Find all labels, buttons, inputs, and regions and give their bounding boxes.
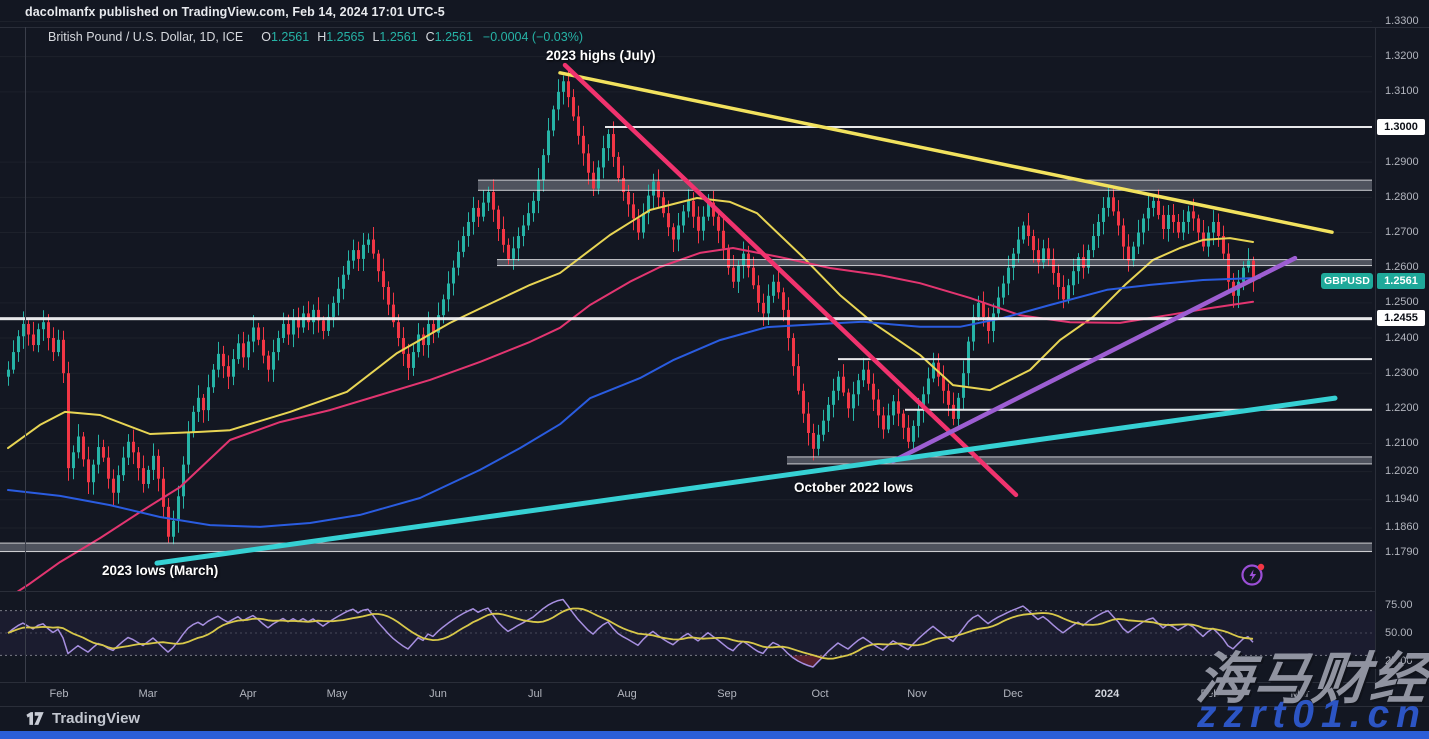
close-value: 1.2561 <box>435 30 473 44</box>
price-tick-label: 1.2700 <box>1385 226 1419 239</box>
price-level-badge-13000: 1.3000 <box>1377 119 1425 135</box>
time-tick-label: Feb <box>50 688 69 700</box>
time-tick-label: Nov <box>907 688 927 700</box>
price-tick-label: 1.2500 <box>1385 296 1419 309</box>
grid-layer <box>0 21 1372 552</box>
price-tick-label: 1.1860 <box>1385 521 1419 534</box>
tradingview-published-chart: dacolmanfx published on TradingView.com,… <box>0 0 1429 739</box>
price-tick-label: 1.1790 <box>1385 546 1419 559</box>
open-label: O <box>261 30 271 44</box>
support-resistance-band-fills <box>0 180 1372 551</box>
watermark-site: zzrt01.cn <box>1197 693 1427 737</box>
time-tick-label: Oct <box>811 688 828 700</box>
price-tick-label: 1.2800 <box>1385 191 1419 204</box>
chart-canvas[interactable] <box>0 0 1429 739</box>
time-tick-label: Jun <box>429 688 447 700</box>
notification-dot <box>1258 564 1264 570</box>
price-tick-label: 1.2300 <box>1385 367 1419 380</box>
price-tick-label: 1.2200 <box>1385 402 1419 415</box>
high-value: 1.2565 <box>326 30 364 44</box>
price-tick-label: 1.3300 <box>1385 15 1419 28</box>
price-axis-divider[interactable] <box>1375 27 1376 682</box>
open-value: 1.2561 <box>271 30 309 44</box>
flash-idea-icon[interactable] <box>1240 561 1266 587</box>
time-tick-label: Jul <box>528 688 542 700</box>
price-tick-label: 1.2100 <box>1385 437 1419 450</box>
tradingview-footer[interactable]: TradingView <box>25 710 140 727</box>
change-value: −0.0004 (−0.03%) <box>483 30 583 44</box>
time-tick-label: Mar <box>139 688 158 700</box>
annotation-2023-lows: 2023 lows (March) <box>102 563 218 578</box>
close-label: C <box>426 30 435 44</box>
time-tick-label: Apr <box>239 688 256 700</box>
price-level-badge-12455: 1.2455 <box>1377 310 1425 326</box>
time-tick-label: 2024 <box>1095 688 1119 700</box>
price-tick-label: 1.2020 <box>1385 465 1419 478</box>
price-tick-label: 1.3100 <box>1385 85 1419 98</box>
symbol-title[interactable]: British Pound / U.S. Dollar, 1D, ICE <box>48 30 243 44</box>
symbol-chip: GBPUSD <box>1321 273 1373 289</box>
price-tick-label: 1.1940 <box>1385 493 1419 506</box>
price-tick-label: 1.2900 <box>1385 156 1419 169</box>
time-tick-label: May <box>327 688 348 700</box>
time-tick-label: Sep <box>717 688 737 700</box>
pane-divider[interactable] <box>0 591 1375 592</box>
lightning-bolt-glyph <box>1250 570 1257 582</box>
annotation-2023-highs: 2023 highs (July) <box>546 48 656 63</box>
header-divider <box>0 27 1429 28</box>
annotation-october-2022-lows: October 2022 lows <box>794 480 913 495</box>
tradingview-brand-text: TradingView <box>52 710 140 727</box>
price-tick-label: 1.2400 <box>1385 332 1419 345</box>
left-border <box>25 27 26 682</box>
rsi-pane-layer <box>0 600 1375 668</box>
low-label: L <box>372 30 379 44</box>
rsi-tick-label: 75.00 <box>1385 599 1413 612</box>
moving-averages-layer <box>8 198 1260 598</box>
high-label: H <box>317 30 326 44</box>
symbol-info-bar[interactable]: British Pound / U.S. Dollar, 1D, ICE O1.… <box>48 30 583 44</box>
tradingview-logo-icon <box>25 711 45 726</box>
last-price-badge: 1.2561 <box>1377 273 1425 289</box>
time-tick-label: Aug <box>617 688 637 700</box>
low-value: 1.2561 <box>379 30 417 44</box>
attribution-text: dacolmanfx published on TradingView.com,… <box>25 5 445 19</box>
price-tick-label: 1.3200 <box>1385 50 1419 63</box>
time-tick-label: Dec <box>1003 688 1023 700</box>
